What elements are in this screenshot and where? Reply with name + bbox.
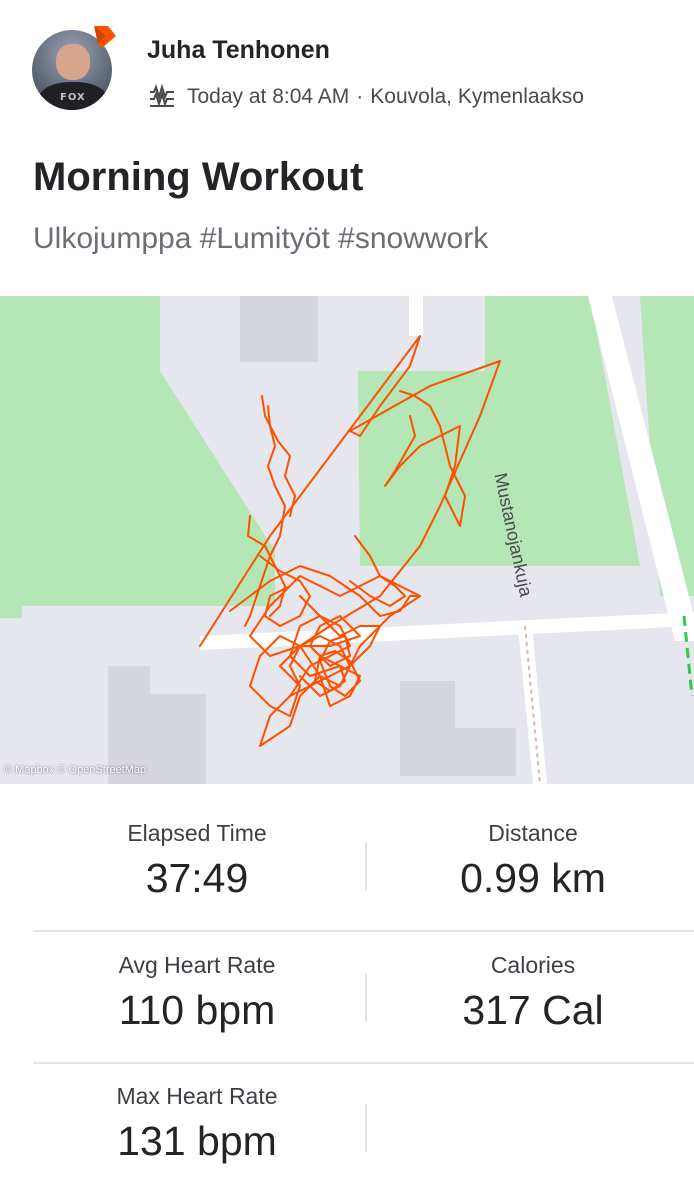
row-divider <box>33 930 694 932</box>
stat-value: 131 bpm <box>117 1118 277 1164</box>
avatar-face <box>56 44 90 80</box>
stat-divider <box>365 974 367 1022</box>
stat-label: Distance <box>488 820 578 846</box>
stat-label: Max Heart Rate <box>116 1083 278 1109</box>
stat-value: 0.99 km <box>460 855 606 901</box>
subscriber-chevron-icon <box>94 26 116 48</box>
building-north <box>240 296 318 362</box>
route-map[interactable]: Mustanojankuja © Mapbox © OpenStreetMap <box>0 296 694 784</box>
workout-waves-icon <box>150 83 174 108</box>
stat-avg-heart-rate: Avg Heart Rate 110 bpm <box>32 952 362 1034</box>
row-divider <box>33 1062 694 1064</box>
stat-label: Calories <box>490 952 576 978</box>
athlete-name[interactable]: Juha Tenhonen <box>147 36 330 65</box>
activity-header: FOX Juha Tenhonen Today at 8:04 AM · Kou… <box>0 0 694 296</box>
avatar-shirt-text: FOX <box>60 92 86 103</box>
activity-location: Kouvola, Kymenlaakso <box>370 85 584 108</box>
stat-divider <box>365 842 367 890</box>
stats-grid: Elapsed Time 37:49 Distance 0.99 km Avg … <box>0 784 694 1200</box>
activity-meta: Today at 8:04 AM · Kouvola, Kymenlaakso <box>147 82 584 112</box>
activity-title[interactable]: Morning Workout <box>33 155 363 200</box>
stat-label: Elapsed Time <box>127 820 267 846</box>
stat-label: Avg Heart Rate <box>118 952 276 978</box>
activity-time: Today at 8:04 AM <box>187 85 350 108</box>
stat-value: 317 Cal <box>462 987 604 1033</box>
stat-value: 110 bpm <box>118 987 276 1033</box>
stat-distance: Distance 0.99 km <box>368 820 694 902</box>
stat-divider <box>365 1104 367 1152</box>
avatar[interactable]: FOX <box>32 26 116 114</box>
stat-value: 37:49 <box>145 855 249 901</box>
map-canvas <box>0 296 694 784</box>
meta-separator: · <box>356 85 364 108</box>
stat-calories: Calories 317 Cal <box>368 952 694 1034</box>
stat-max-heart-rate: Max Heart Rate 131 bpm <box>32 1083 362 1165</box>
stat-elapsed-time: Elapsed Time 37:49 <box>32 820 362 902</box>
map-attribution[interactable]: © Mapbox © OpenStreetMap <box>4 764 146 776</box>
activity-description: Ulkojumppa #Lumityöt #snowwork <box>33 222 489 255</box>
